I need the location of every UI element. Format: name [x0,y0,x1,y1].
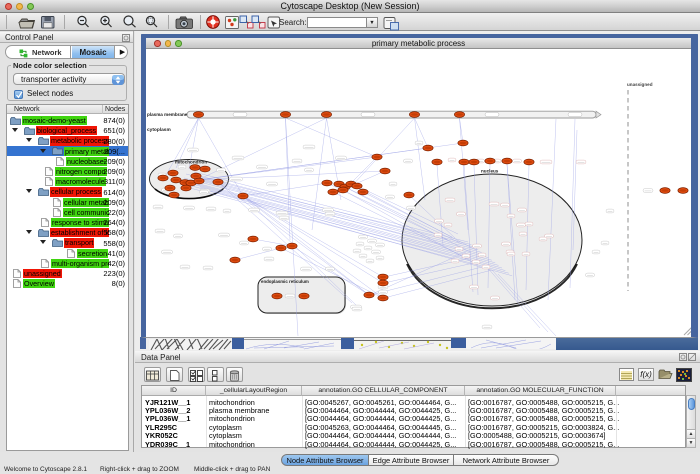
svg-text:cytoplasm: cytoplasm [147,127,171,133]
svg-text:mitochondrion: mitochondrion [175,160,207,165]
svg-text:nucleus: nucleus [481,169,499,174]
svg-text:plasma membrane: plasma membrane [147,112,188,117]
svg-text:unassigned: unassigned [627,82,653,87]
svg-text:endoplasmic reticulum: endoplasmic reticulum [261,279,309,284]
